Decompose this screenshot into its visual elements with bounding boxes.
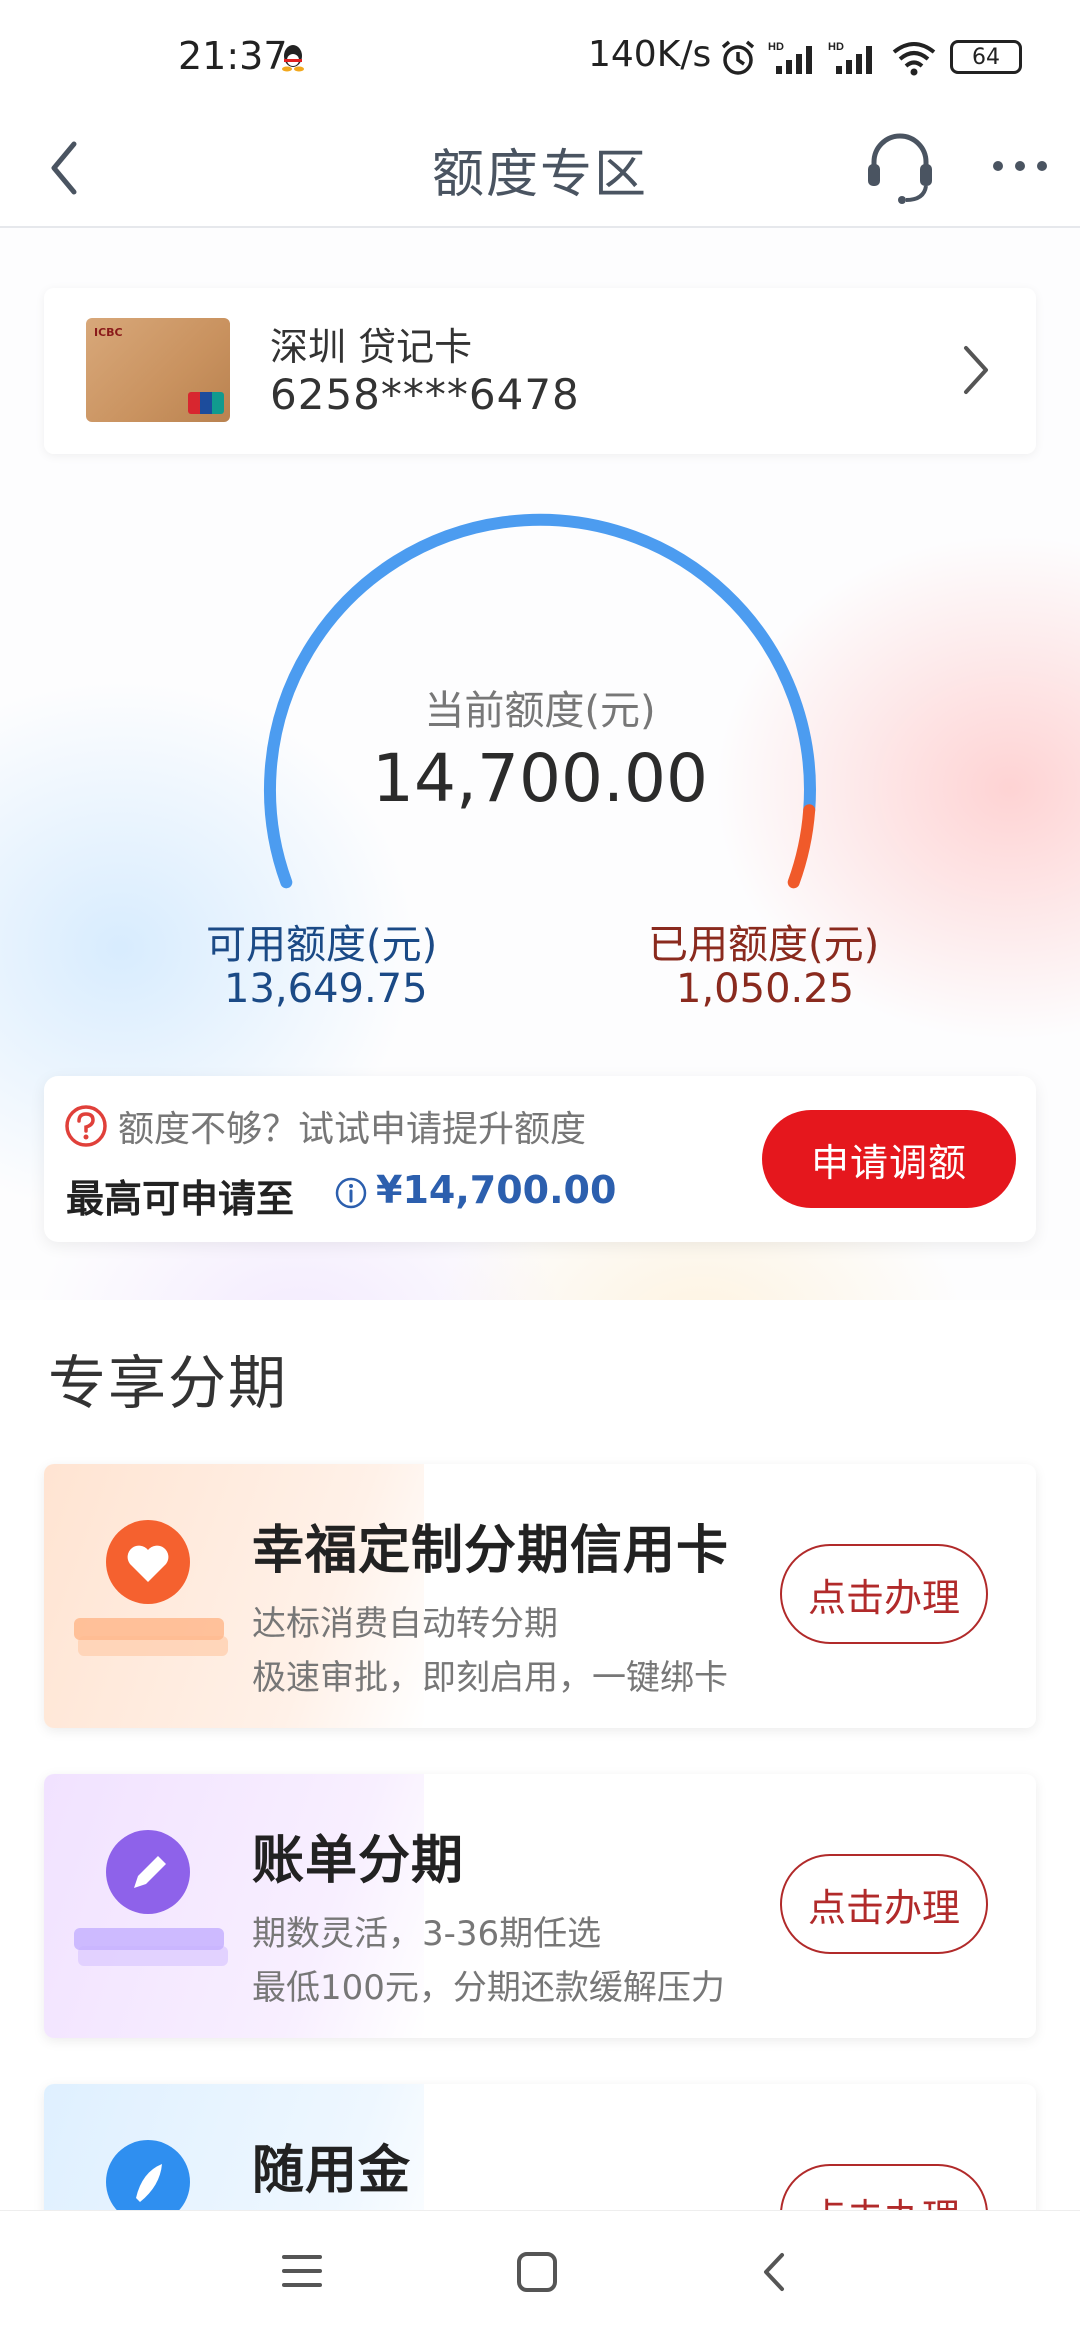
used-limit-label: 已用额度(元) (648, 922, 880, 968)
battery-level: 64 (972, 44, 1000, 70)
credit-card-image: ICBC (86, 318, 230, 422)
chevron-right-icon (964, 346, 988, 394)
promo-desc-1: 期数灵活，3-36期任选 (252, 1914, 602, 1954)
gauge-used-arc (787, 804, 816, 889)
alarm-icon (721, 40, 755, 75)
raise-limit-card: 额度不够？试试申请提升额度 最高可申请至 ¥14,700.00 申请调额 (44, 1076, 1036, 1242)
status-time: 21:37 (178, 34, 288, 78)
promo-title: 随用金 (252, 2141, 412, 2201)
promo-card-bill-installment[interactable]: 账单分期 期数灵活，3-36期任选 最低100元，分期还款缓解压力 点击办理 (44, 1774, 1036, 2038)
customer-service-headset-icon[interactable] (864, 130, 936, 206)
status-bar: 21:37 140K/s HD HD 64 (0, 0, 1080, 116)
bank-logo-icon: ICBC (94, 326, 123, 339)
apply-now-button[interactable]: 点击办理 (780, 1544, 988, 1644)
wifi-icon (892, 42, 936, 76)
card-name: 深圳 贷记卡 (270, 325, 473, 369)
card-number: 6258****6478 (270, 370, 580, 419)
svg-text:HD: HD (828, 41, 844, 53)
promo-title: 账单分期 (252, 1831, 465, 1891)
network-speed: 140K/s (588, 34, 712, 75)
more-options-icon[interactable] (990, 154, 1050, 178)
current-limit-label: 当前额度(元) (424, 688, 656, 734)
menu-icon[interactable] (280, 2249, 324, 2293)
unionpay-logo-icon (188, 392, 224, 414)
battery-icon: 64 (950, 40, 1022, 74)
promo-desc-1: 达标消费自动转分期 (252, 1604, 558, 1644)
card-selector[interactable]: ICBC 深圳 贷记卡 6258****6478 (44, 288, 1036, 454)
section-background (0, 1300, 1080, 2210)
current-limit-value: 14,700.00 (372, 740, 708, 817)
signal-hd-1-icon: HD (768, 41, 812, 74)
promo-card-happiness[interactable]: 幸福定制分期信用卡 达标消费自动转分期 极速审批，即刻启用，一键绑卡 点击办理 (44, 1464, 1036, 1728)
qq-notification-icon (282, 45, 304, 72)
available-limit-label: 可用额度(元) (206, 922, 438, 968)
home-icon[interactable] (514, 2249, 560, 2295)
available-limit-value: 13,649.75 (224, 966, 428, 1012)
nav-bar: 额度专区 (0, 116, 1080, 228)
promo-desc-2: 最低100元，分期还款缓解压力 (252, 1968, 725, 2008)
signal-hd-2-icon: HD (828, 41, 872, 74)
max-apply-label: 最高可申请至 (66, 1177, 295, 1221)
apply-now-button[interactable]: 点击办理 (780, 1854, 988, 1954)
section-title: 专享分期 (48, 1349, 289, 1417)
max-apply-value: ¥14,700.00 (376, 1168, 617, 1212)
question-circle-icon (65, 1105, 107, 1147)
promo-title: 幸福定制分期信用卡 (252, 1521, 730, 1581)
raise-limit-hint: 额度不够？试试申请提升额度 (118, 1109, 587, 1150)
pencil-card-icon (74, 1830, 228, 1966)
info-icon[interactable] (334, 1176, 368, 1210)
page: 21:37 140K/s HD HD 64 额度专区 ICBC 深圳 贷记卡 6… (0, 0, 1080, 2340)
system-navigation-bar (0, 2210, 1080, 2340)
apply-adjust-button[interactable]: 申请调额 (762, 1110, 1016, 1208)
heart-card-icon (74, 1520, 228, 1656)
promo-desc-2: 极速审批，即刻启用，一键绑卡 (252, 1658, 728, 1698)
used-limit-value: 1,050.25 (676, 966, 855, 1012)
svg-text:HD: HD (768, 41, 784, 53)
back-icon[interactable] (756, 2249, 792, 2295)
